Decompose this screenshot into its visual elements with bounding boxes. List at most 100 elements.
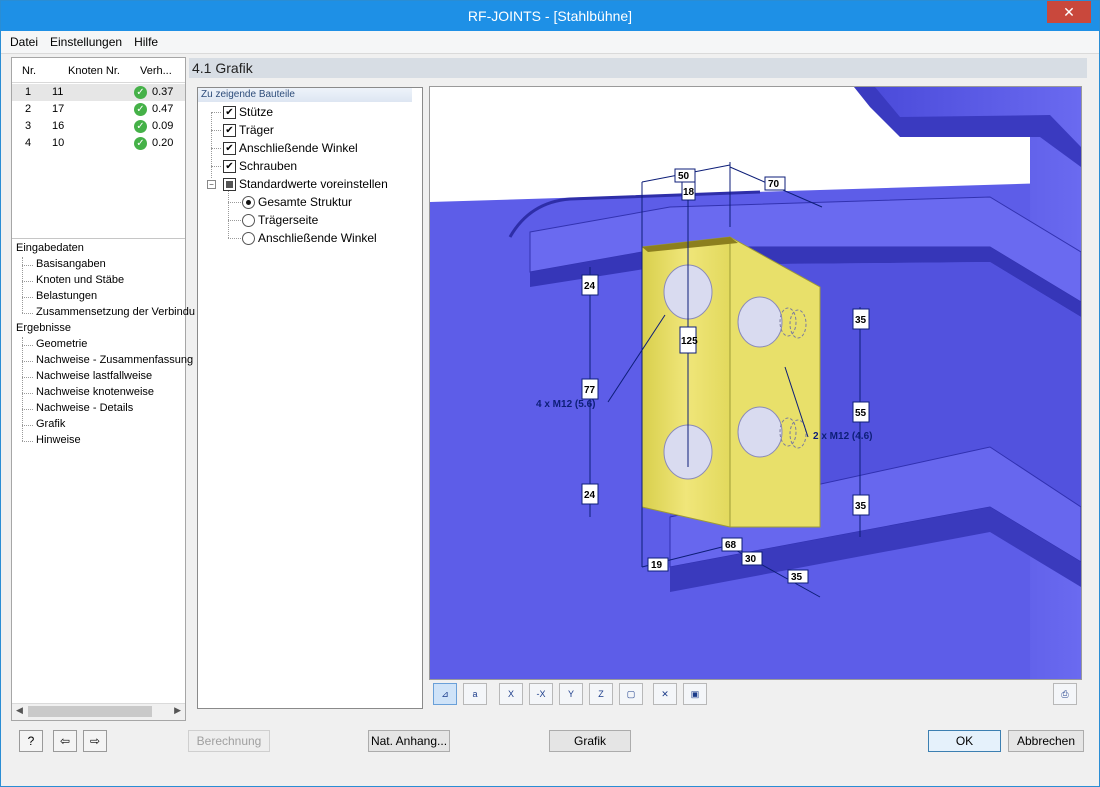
table-row[interactable]: 4 10 ✓ 0.20 bbox=[12, 135, 185, 152]
dim-label: 24 bbox=[584, 281, 596, 292]
components-tab[interactable]: Zu zeigende Bauteile bbox=[198, 88, 412, 102]
radio-icon[interactable] bbox=[242, 214, 255, 227]
check-icon: ✓ bbox=[134, 86, 147, 99]
column-nr[interactable]: Nr. bbox=[22, 65, 36, 77]
nav-geometrie[interactable]: Geometrie bbox=[21, 338, 87, 350]
dimension-icon[interactable]: ⊿ bbox=[433, 683, 457, 705]
dim-label: 55 bbox=[855, 408, 867, 419]
dim-label: 30 bbox=[745, 554, 757, 565]
checkbox-icon[interactable]: ✔ bbox=[223, 142, 236, 155]
berechnung-button[interactable]: Berechnung bbox=[188, 730, 270, 752]
nav-knoten-staebe[interactable]: Knoten und Stäbe bbox=[21, 274, 124, 286]
tree-line bbox=[228, 202, 241, 203]
view-minus-x-icon[interactable]: -X bbox=[529, 683, 553, 705]
title-bar: RF-JOINTS - [Stahlbühne] ✕ bbox=[1, 1, 1099, 31]
dim-label: 35 bbox=[855, 501, 867, 512]
export-icon[interactable]: ⇨ bbox=[83, 730, 107, 752]
menu-einstellungen[interactable]: Einstellungen bbox=[44, 31, 128, 49]
row-nr: 2 bbox=[25, 103, 32, 115]
dim-label: 125 bbox=[681, 336, 698, 347]
row-knoten: 11 bbox=[52, 86, 64, 98]
row-knoten: 10 bbox=[52, 137, 65, 149]
nav-nachweise-knotenweise[interactable]: Nachweise knotenweise bbox=[21, 386, 154, 398]
tree-line bbox=[211, 166, 221, 167]
nav-belastungen[interactable]: Belastungen bbox=[21, 290, 97, 302]
nav-ergebnisse[interactable]: Ergebnisse bbox=[16, 322, 71, 334]
connection-3d-view[interactable]: 50 18 70 24 125 35 77 55 24 35 19 68 30 … bbox=[430, 87, 1081, 679]
radio-label: Trägerseite bbox=[258, 213, 319, 227]
radio-icon[interactable] bbox=[242, 196, 255, 209]
nav-grafik[interactable]: Grafik bbox=[21, 418, 65, 430]
graphic-viewport[interactable]: 50 18 70 24 125 35 77 55 24 35 19 68 30 … bbox=[429, 86, 1082, 680]
scroll-thumb[interactable] bbox=[28, 706, 152, 717]
node-table-header: Nr. Knoten Nr. Verh... bbox=[12, 58, 185, 83]
row-ratio: 0.09 bbox=[152, 120, 174, 132]
checkbox-icon[interactable]: ✔ bbox=[223, 124, 236, 137]
table-row[interactable]: 2 17 ✓ 0.47 bbox=[12, 101, 185, 118]
menu-hilfe[interactable]: Hilfe bbox=[128, 31, 164, 49]
row-knoten: 17 bbox=[52, 103, 65, 115]
tree-line bbox=[211, 112, 221, 113]
menu-bar: Datei Einstellungen Hilfe bbox=[1, 31, 1099, 54]
row-ratio: 0.47 bbox=[152, 103, 174, 115]
nat-anhang-button[interactable]: Nat. Anhang... bbox=[368, 730, 450, 752]
components-panel: Zu zeigende Bauteile − ✔ Stütze ✔ Träger ✔… bbox=[197, 87, 423, 709]
check-icon: ✓ bbox=[134, 137, 147, 150]
nav-nachweise-zusammenfassung[interactable]: Nachweise - Zusammenfassung bbox=[21, 354, 193, 366]
nav-nachweise-lastfallweise[interactable]: Nachweise lastfallweise bbox=[21, 370, 152, 382]
row-ratio: 0.37 bbox=[152, 86, 174, 98]
checkbox-label: Stütze bbox=[239, 105, 274, 119]
check-icon: ✓ bbox=[134, 103, 147, 116]
grafik-button[interactable]: Grafik bbox=[549, 730, 631, 752]
checkbox-icon[interactable]: ✔ bbox=[223, 160, 236, 173]
dim-label: 35 bbox=[791, 572, 803, 583]
scroll-right-icon[interactable]: ▶ bbox=[174, 705, 181, 716]
isometric-icon[interactable]: ▢ bbox=[619, 683, 643, 705]
checkbox-label: Anschließende Winkel bbox=[239, 141, 358, 155]
view-z-icon[interactable]: Z bbox=[589, 683, 613, 705]
checkbox-icon[interactable]: ✔ bbox=[223, 106, 236, 119]
bolt-label-right: 2 x M12 (4.6) bbox=[813, 431, 872, 442]
zoom-reset-icon[interactable]: ✕ bbox=[653, 683, 677, 705]
copy-view-icon[interactable]: ▣ bbox=[683, 683, 707, 705]
nav-basisangaben[interactable]: Basisangaben bbox=[22, 258, 106, 270]
tree-line bbox=[211, 112, 212, 178]
column-verhaeltnis[interactable]: Verh... bbox=[140, 65, 172, 77]
close-button[interactable]: ✕ bbox=[1047, 1, 1091, 23]
dim-label: 50 bbox=[678, 171, 690, 182]
column-knoten[interactable]: Knoten Nr. bbox=[68, 65, 120, 77]
abbrechen-button[interactable]: Abbrechen bbox=[1008, 730, 1084, 752]
app-window: RF-JOINTS - [Stahlbühne] ✕ Datei Einstell… bbox=[0, 0, 1100, 787]
nav-zusammensetzung[interactable]: Zusammensetzung der Verbindu bbox=[22, 306, 195, 318]
dim-label: 68 bbox=[725, 540, 737, 551]
print-icon[interactable]: ⎙ bbox=[1053, 683, 1077, 705]
view-y-icon[interactable]: Y bbox=[559, 683, 583, 705]
bolt-label-left: 4 x M12 (5.6) bbox=[536, 399, 595, 410]
dim-label: 35 bbox=[855, 315, 867, 326]
nav-nachweise-details[interactable]: Nachweise - Details bbox=[21, 402, 133, 414]
radio-icon[interactable] bbox=[242, 232, 255, 245]
table-row[interactable]: 1 11 ✓ 0.37 bbox=[12, 84, 185, 101]
navigator-tree: Eingabedaten Basisangaben Knoten und Stä… bbox=[12, 241, 195, 701]
node-table: Nr. Knoten Nr. Verh... 1 11 ✓ 0.37 2 17 … bbox=[12, 58, 185, 239]
dim-label: 18 bbox=[683, 187, 695, 198]
radio-label: Gesamte Struktur bbox=[258, 195, 353, 209]
row-ratio: 0.20 bbox=[152, 137, 174, 149]
menu-datei[interactable]: Datei bbox=[8, 31, 44, 49]
ok-button[interactable]: OK bbox=[928, 730, 1001, 752]
annotation-icon[interactable]: a bbox=[463, 683, 487, 705]
checkbox-icon[interactable] bbox=[223, 178, 236, 191]
collapse-icon[interactable]: − bbox=[207, 180, 216, 189]
help-icon[interactable]: ? bbox=[19, 730, 43, 752]
dim-label: 24 bbox=[584, 490, 596, 501]
nav-eingabedaten[interactable]: Eingabedaten bbox=[16, 242, 84, 254]
import-icon[interactable]: ⇦ bbox=[53, 730, 77, 752]
nav-hinweise[interactable]: Hinweise bbox=[22, 434, 81, 446]
scroll-left-icon[interactable]: ◀ bbox=[16, 705, 23, 716]
tree-line bbox=[228, 190, 229, 238]
horizontal-scrollbar[interactable]: ◀ ▶ bbox=[12, 703, 185, 720]
view-x-icon[interactable]: X bbox=[499, 683, 523, 705]
left-panel: Nr. Knoten Nr. Verh... 1 11 ✓ 0.37 2 17 … bbox=[11, 57, 195, 721]
table-row[interactable]: 3 16 ✓ 0.09 bbox=[12, 118, 185, 135]
dim-label: 19 bbox=[651, 560, 663, 571]
